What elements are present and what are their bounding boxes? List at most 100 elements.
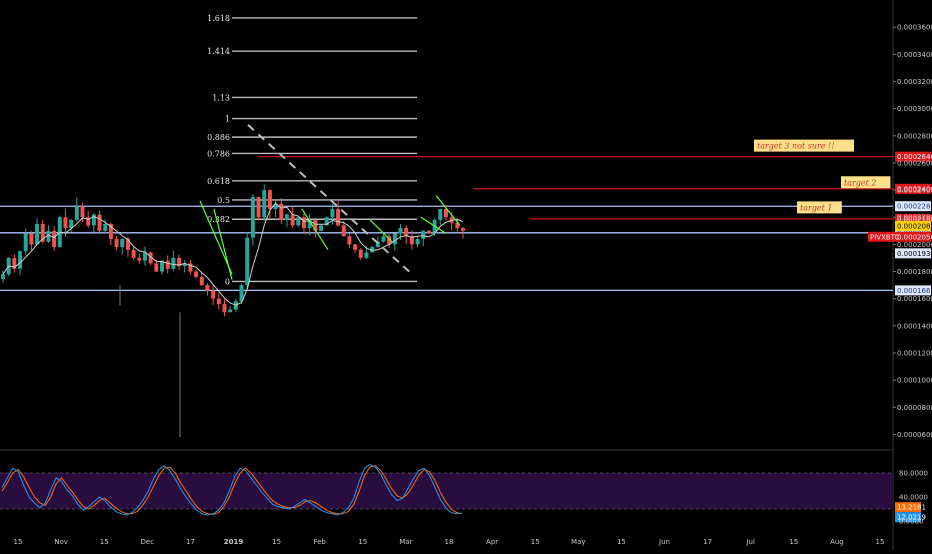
candle-body — [426, 230, 431, 234]
fib-level-label: 1 — [225, 115, 230, 124]
support-price-tag-label: 0.0001661 — [897, 287, 932, 295]
candle-body — [114, 238, 119, 248]
candle-body — [222, 304, 227, 313]
candle-body — [290, 214, 295, 226]
price-tick-label: 0.0001600 — [897, 295, 932, 303]
fib-level-label: 0.618 — [207, 177, 230, 186]
candle-body — [131, 249, 136, 258]
fib-level-label: 0.5 — [217, 196, 230, 205]
price-tick-label: 0.0002600 — [897, 159, 932, 167]
time-tick-label: 15 — [876, 538, 885, 546]
candle-body — [415, 238, 420, 245]
time-tick-label: 15 — [100, 538, 109, 546]
candle-body — [347, 236, 352, 245]
candle-body — [63, 217, 68, 229]
stoch-band — [0, 473, 893, 509]
time-tick-label: May — [571, 538, 585, 546]
candle-body — [18, 251, 23, 269]
price-tick-label: 0.0003400 — [897, 51, 932, 59]
candle-body — [438, 209, 443, 220]
candle-body — [336, 209, 341, 226]
candle-body — [52, 230, 57, 248]
candle-body — [165, 260, 170, 269]
candle-body — [256, 196, 261, 218]
time-tick-label: 18 — [445, 538, 454, 546]
support-price-tag-label: 0.0002281 — [897, 203, 932, 211]
price-tick-label: 0.0001400 — [897, 322, 932, 330]
candle-body — [137, 257, 142, 261]
candle-body — [74, 206, 79, 220]
fib-level-label: 0.886 — [207, 133, 230, 142]
price-tick-label: 0.0001200 — [897, 349, 932, 357]
stoch-k-tag-label: 13.2181 — [897, 504, 926, 512]
candle-body — [302, 217, 306, 229]
time-tick-label: 2019 — [224, 538, 244, 546]
candle-body — [262, 190, 267, 218]
candle-body — [364, 252, 369, 258]
candle-body — [381, 236, 386, 242]
candle-body — [250, 196, 255, 238]
candle-body — [194, 271, 199, 277]
candle-body — [392, 233, 397, 245]
price-tick-label: 0.0000600 — [897, 431, 932, 439]
candle-body — [80, 206, 85, 218]
candle-body — [97, 214, 102, 231]
price-tick-label: 0.0000800 — [897, 404, 932, 412]
fib-level-label: 1.13 — [212, 93, 230, 102]
candle-body — [91, 214, 96, 226]
stoch-level-label: 0.0000 — [899, 518, 924, 526]
candle-body — [296, 217, 301, 226]
time-tick-label: Apr — [486, 538, 498, 546]
time-tick-label: 17 — [186, 538, 195, 546]
price-tick-label: 0.0003600 — [897, 24, 932, 32]
chart-panel[interactable]: 1.618 1.414 1.13 1 0.886 0.786 0.618 0.5 0.382 0 … — [0, 0, 932, 550]
price-tick-label: 0.0001000 — [897, 377, 932, 385]
candle-body — [29, 233, 34, 245]
candle-body — [279, 203, 284, 220]
time-tick-label: 15 — [358, 538, 367, 546]
candle-body — [341, 225, 346, 237]
candle-body — [245, 237, 250, 286]
time-tick-label: 17 — [703, 538, 712, 546]
trendline — [301, 208, 329, 251]
time-tick-label: Jul — [745, 538, 755, 546]
price-tick-label: 0.0003200 — [897, 78, 932, 86]
target-annotation-label: target 3 not sure !! — [757, 142, 835, 151]
candle-body — [120, 238, 125, 248]
candle-body — [398, 228, 403, 234]
candle-body — [211, 290, 216, 299]
candle-body — [284, 214, 289, 220]
price-chart[interactable]: 1.6181.4141.1310.8860.7860.6180.50.3820 … — [0, 0, 932, 550]
candle-body — [171, 257, 176, 269]
candle-body — [154, 263, 159, 272]
candle-body — [319, 225, 324, 231]
price-tag-label: 0.0001934 — [897, 250, 932, 258]
price-tick-label: 0.0001800 — [897, 268, 932, 276]
fib-level-label: 1.618 — [207, 14, 230, 23]
price-tick-label: 0.0002400 — [897, 187, 932, 195]
time-tick-label: 15 — [531, 538, 540, 546]
time-tick-label: 15 — [272, 538, 281, 546]
candle-body — [421, 230, 426, 239]
candle-body — [358, 249, 363, 258]
candle-body — [205, 285, 210, 291]
time-tick-label: Dec — [141, 538, 155, 546]
candle-body — [404, 228, 409, 237]
time-tick-label: Jun — [658, 538, 670, 546]
price-tick-label: 0.0003000 — [897, 105, 932, 113]
target-annotation-label: target 1 — [800, 203, 833, 212]
fib-level-label: 0 — [225, 277, 230, 286]
time-tick-label: Feb — [313, 538, 326, 546]
candle-body — [330, 209, 335, 218]
candle-body — [23, 233, 28, 252]
target-annotation-label: target 2 — [844, 178, 877, 187]
symbol-tag-label: PIVXBTC — [870, 233, 900, 241]
time-tick-label: 15 — [617, 538, 626, 546]
time-tick-label: Mar — [399, 538, 412, 546]
candle-body — [353, 244, 358, 250]
candle-body — [125, 238, 130, 250]
fib-level-label: 0.786 — [207, 149, 230, 158]
time-tick-label: Aug — [830, 538, 844, 546]
candle-body — [461, 228, 465, 231]
candle-body — [103, 224, 108, 231]
